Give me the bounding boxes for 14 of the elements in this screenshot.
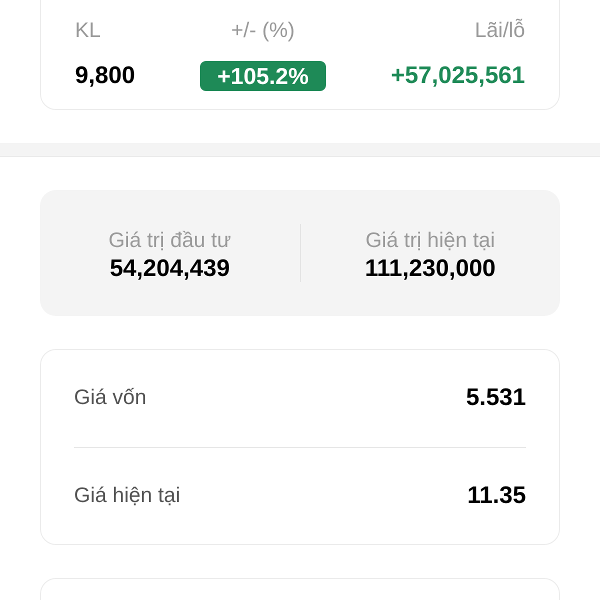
summary-value: 54,204,439: [110, 254, 230, 284]
quantity-value: 9,800: [75, 61, 136, 91]
price-label: Giá hiện tại: [74, 482, 180, 509]
summary-value: 111,230,000: [364, 254, 496, 284]
summary-label: Giá trị đầu tư: [108, 228, 232, 254]
price-value: 11.35: [467, 480, 526, 511]
profit-loss-value: +57,025,561: [390, 61, 525, 91]
column-label: KL: [75, 19, 101, 43]
column-label: Lãi/lỗ: [474, 19, 525, 43]
price-value: 5.531: [466, 383, 526, 414]
summary-label: Giá trị hiện tại: [365, 228, 496, 254]
change-percent-badge: +105.2%: [200, 61, 326, 91]
price-label: Giá vốn: [74, 385, 146, 412]
column-label: +/- (%): [231, 19, 295, 43]
